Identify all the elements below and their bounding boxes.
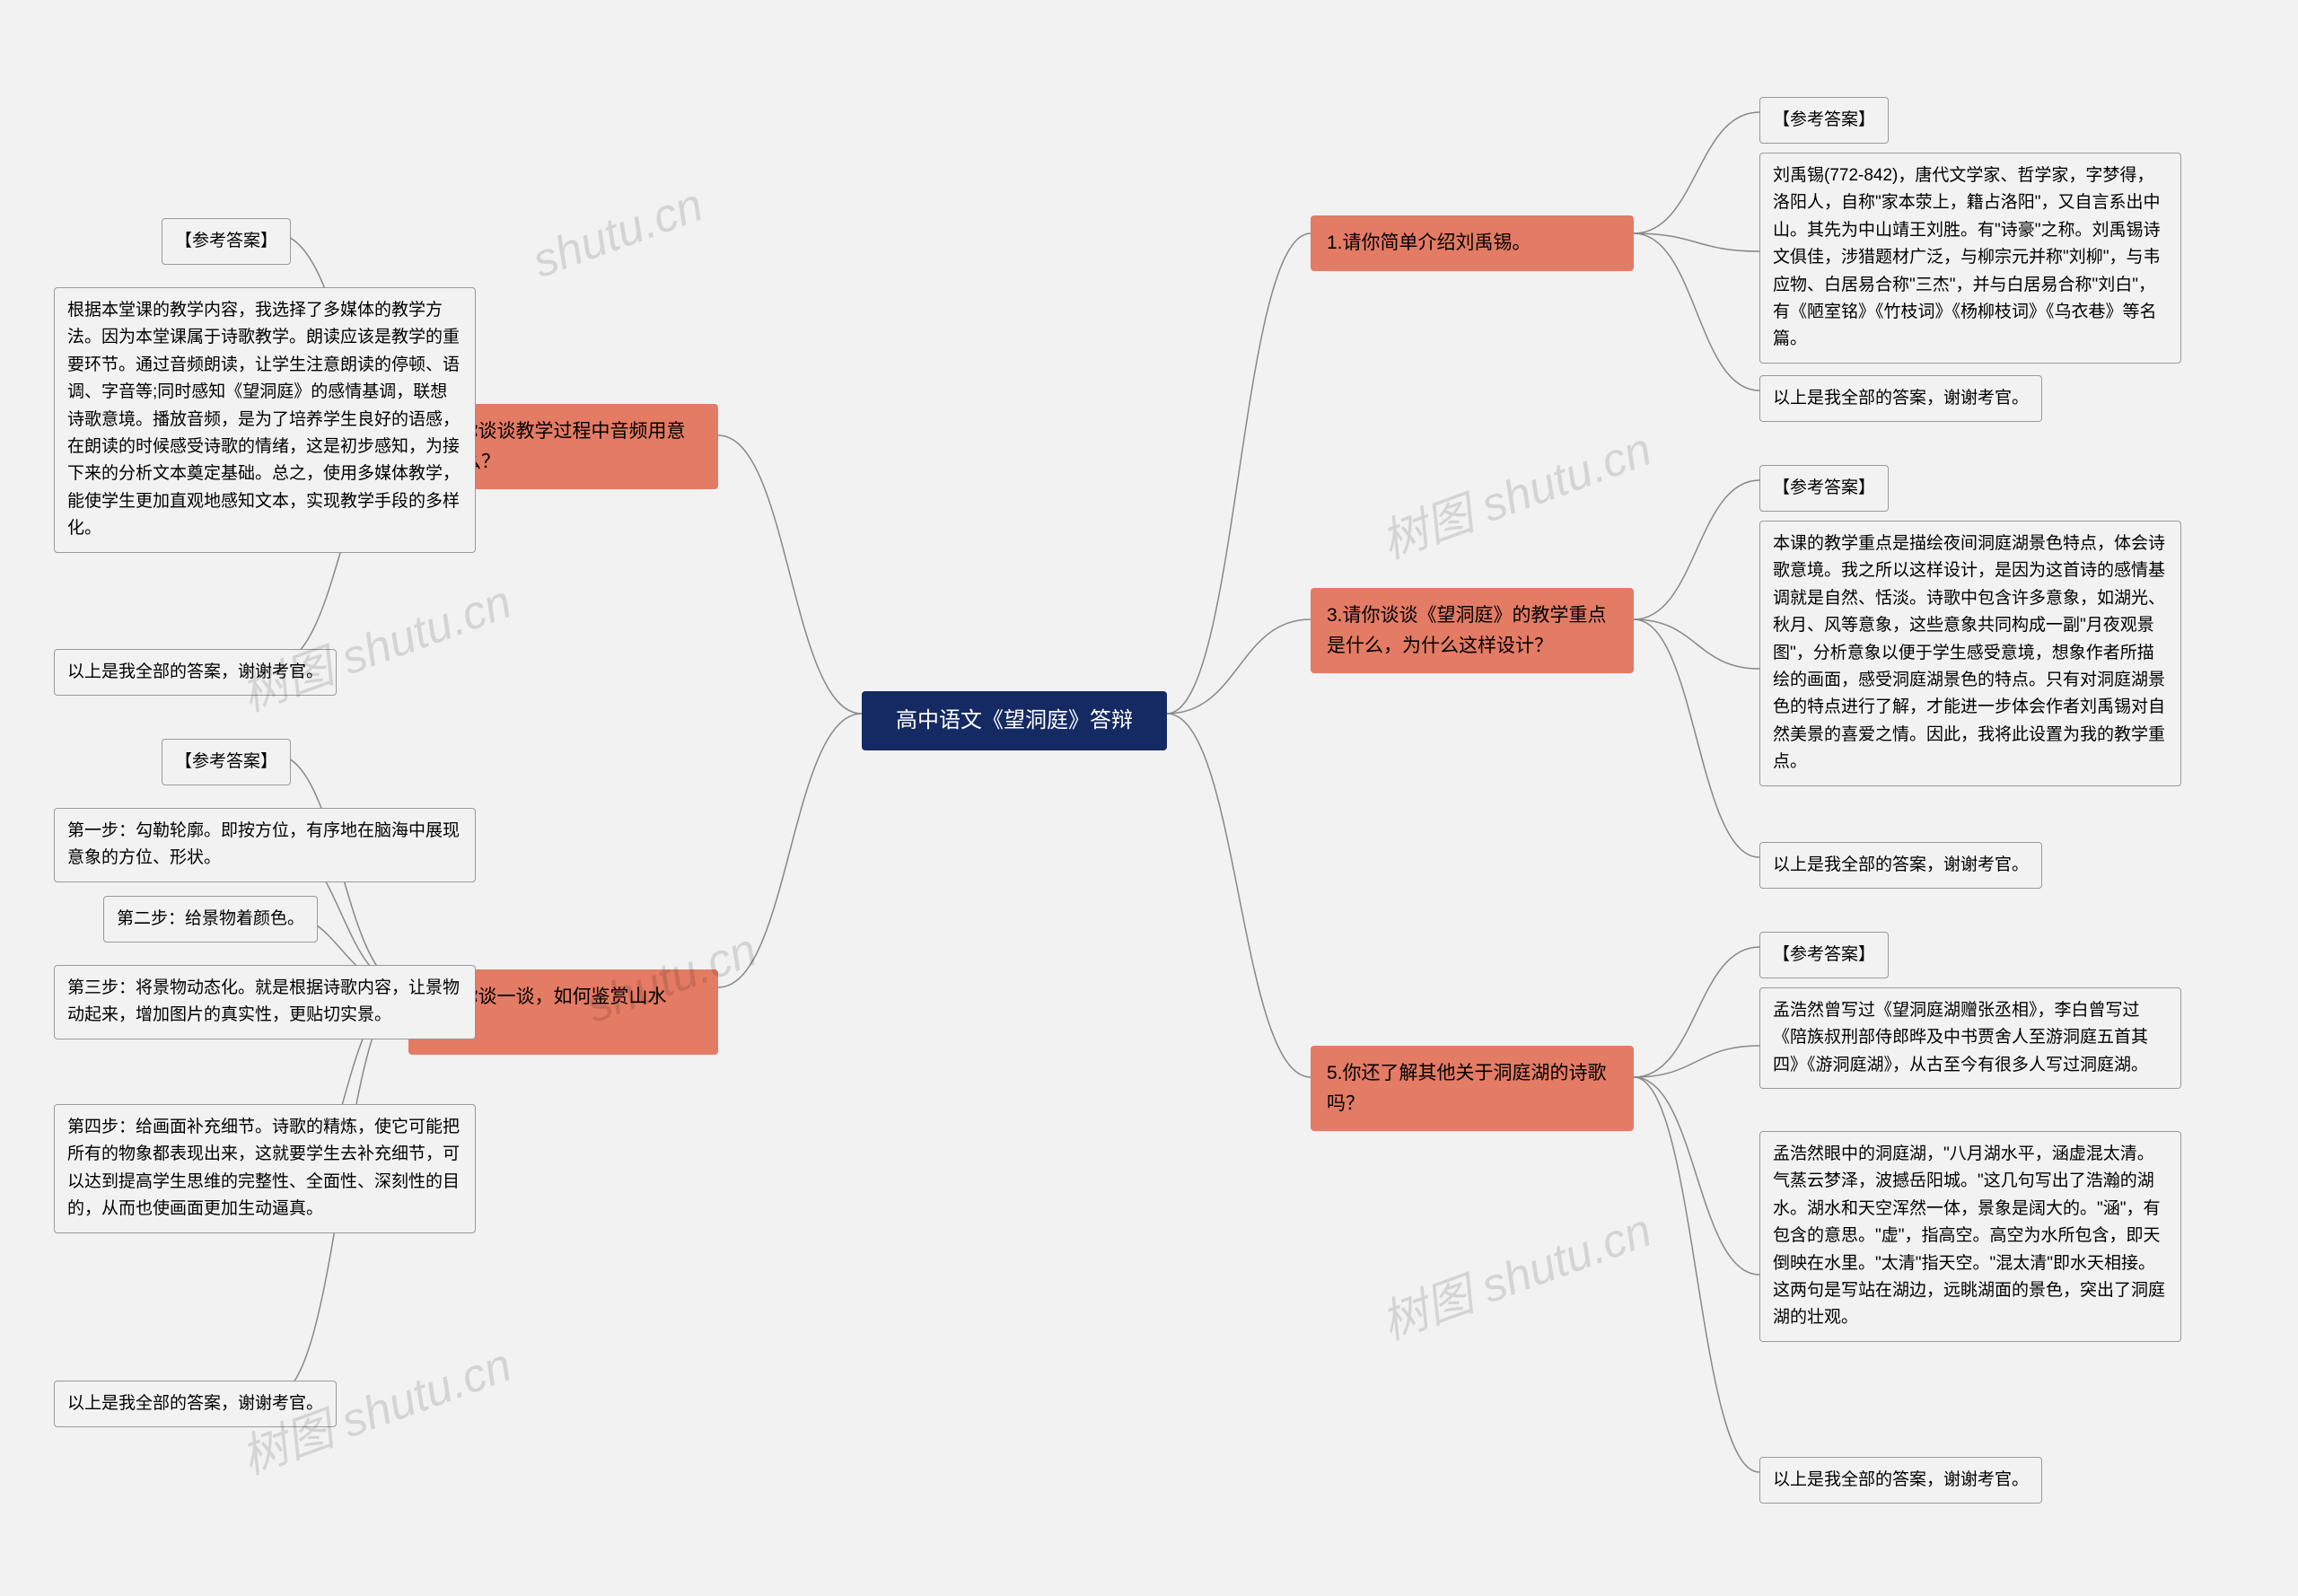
- watermark: 树图 shutu.cn: [231, 564, 520, 723]
- q2-answer-body: 根据本堂课的教学内容，我选择了多媒体的教学方法。因为本堂课属于诗歌教学。朗读应该…: [54, 287, 476, 553]
- question-1[interactable]: 1.请你简单介绍刘禹锡。: [1311, 215, 1634, 271]
- q3-answer-header: 【参考答案】: [1759, 465, 1889, 512]
- q3-answer-footer: 以上是我全部的答案，谢谢考官。: [1759, 842, 2042, 889]
- q4-answer-footer: 以上是我全部的答案，谢谢考官。: [54, 1381, 337, 1427]
- q5-answer-footer: 以上是我全部的答案，谢谢考官。: [1759, 1457, 2042, 1504]
- q4-answer-header: 【参考答案】: [162, 739, 291, 785]
- q1-answer-header: 【参考答案】: [1759, 97, 1889, 144]
- q4-step3: 第三步：将景物动态化。就是根据诗歌内容，让景物动起来，增加图片的真实性，更贴切实…: [54, 965, 476, 1039]
- q4-step2: 第二步：给景物着颜色。: [103, 896, 318, 943]
- q1-answer-body: 刘禹锡(772-842)，唐代文学家、哲学家，字梦得，洛阳人，自称"家本荥上，籍…: [1759, 153, 2181, 364]
- q5-answer-body1: 孟浩然曾写过《望洞庭湖赠张丞相》，李白曾写过《陪族叔刑部侍郎晔及中书贾舍人至游洞…: [1759, 987, 2181, 1089]
- center-topic[interactable]: 高中语文《望洞庭》答辩: [862, 691, 1167, 750]
- q4-step1: 第一步：勾勒轮廓。即按方位，有序地在脑海中展现意象的方位、形状。: [54, 808, 476, 882]
- watermark: shutu.cn: [526, 178, 710, 289]
- watermark: 树图 shutu.cn: [1371, 411, 1660, 571]
- question-5[interactable]: 5.你还了解其他关于洞庭湖的诗歌吗？: [1311, 1046, 1634, 1131]
- q4-step4: 第四步：给画面补充细节。诗歌的精炼，使它可能把所有的物象都表现出来，这就要学生去…: [54, 1104, 476, 1233]
- watermark: 树图 shutu.cn: [1371, 1192, 1660, 1352]
- question-3[interactable]: 3.请你谈谈《望洞庭》的教学重点是什么，为什么这样设计？: [1311, 588, 1634, 673]
- q5-answer-body2: 孟浩然眼中的洞庭湖，"八月湖水平，涵虚混太清。气蒸云梦泽，波撼岳阳城。"这几句写…: [1759, 1131, 2181, 1342]
- q5-answer-header: 【参考答案】: [1759, 932, 1889, 978]
- q1-answer-footer: 以上是我全部的答案，谢谢考官。: [1759, 375, 2042, 422]
- q2-answer-header: 【参考答案】: [162, 218, 291, 265]
- q2-answer-footer: 以上是我全部的答案，谢谢考官。: [54, 649, 337, 696]
- q3-answer-body: 本课的教学重点是描绘夜间洞庭湖景色特点，体会诗歌意境。我之所以这样设计，是因为这…: [1759, 521, 2181, 786]
